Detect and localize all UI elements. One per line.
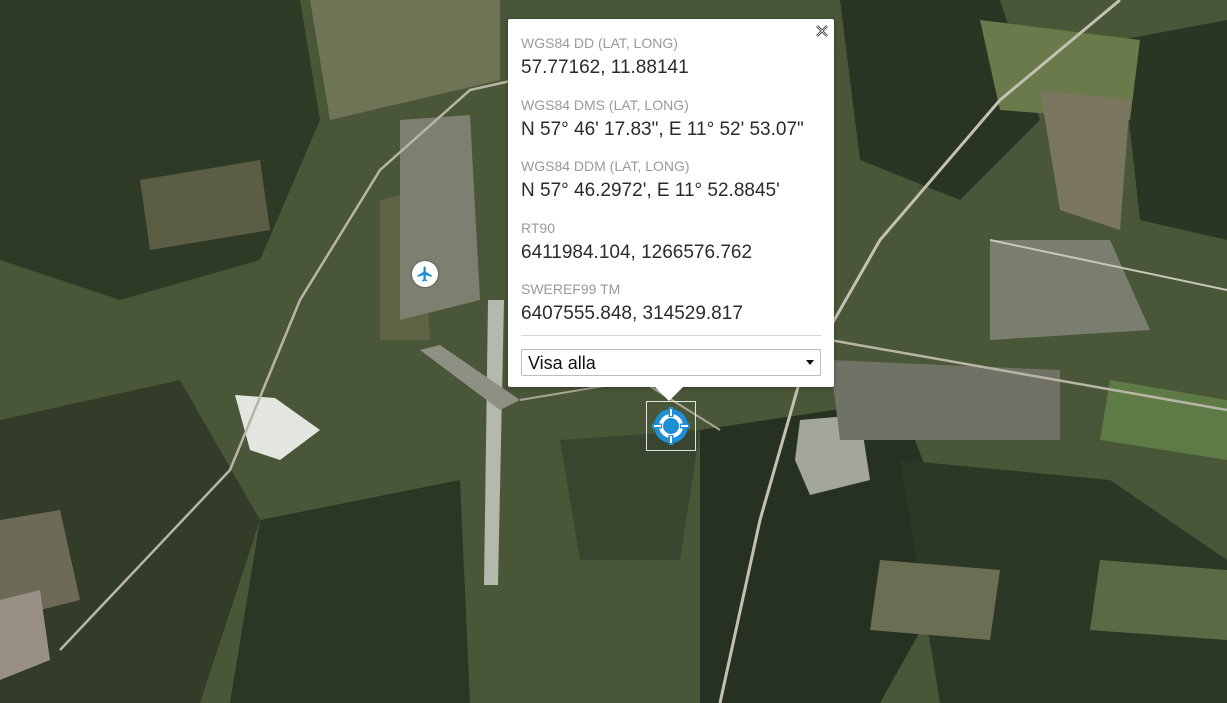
airplane-icon: [417, 266, 432, 282]
close-button[interactable]: [814, 23, 830, 39]
divider: [521, 335, 821, 336]
coord-group-rt90: RT90 6411984.104, 1266576.762: [521, 220, 821, 282]
close-icon: [816, 25, 828, 37]
coord-label: SWEREF99 TM: [521, 281, 621, 297]
coord-group-wgs84-dms: WGS84 DMS (LAT, LONG) N 57° 46' 17.83", …: [521, 97, 821, 159]
coord-label: WGS84 DDM (LAT, LONG): [521, 158, 690, 174]
selected-location-marker[interactable]: [646, 401, 696, 451]
chevron-down-icon: [806, 360, 814, 365]
coordinate-system-select[interactable]: Visa alla: [521, 349, 821, 376]
coordinate-popup: WGS84 DD (LAT, LONG) 57.77162, 11.88141 …: [508, 19, 834, 401]
coord-value: 6407555.848, 314529.817: [521, 303, 743, 324]
airport-marker[interactable]: [412, 261, 438, 287]
coord-group-wgs84-ddm: WGS84 DDM (LAT, LONG) N 57° 46.2972', E …: [521, 158, 821, 220]
coord-group-wgs84-dd: WGS84 DD (LAT, LONG) 57.77162, 11.88141: [521, 35, 821, 97]
coord-label: WGS84 DMS (LAT, LONG): [521, 96, 689, 113]
select-value: Visa alla: [528, 353, 596, 373]
coord-value: 57.77162, 11.88141: [521, 57, 689, 78]
coord-group-sweref99: SWEREF99 TM 6407555.848, 314529.817: [521, 281, 821, 331]
coord-value: N 57° 46.2972', E 11° 52.8845': [521, 180, 780, 201]
coord-label: RT90: [521, 219, 555, 236]
coord-value: 6411984.104, 1266576.762: [521, 241, 753, 263]
popup-pointer: [654, 386, 684, 401]
coord-label: WGS84 DD (LAT, LONG): [521, 35, 678, 51]
crosshair-location-icon: [652, 407, 690, 445]
coord-value: N 57° 46' 17.83", E 11° 52' 53.07": [521, 118, 804, 140]
